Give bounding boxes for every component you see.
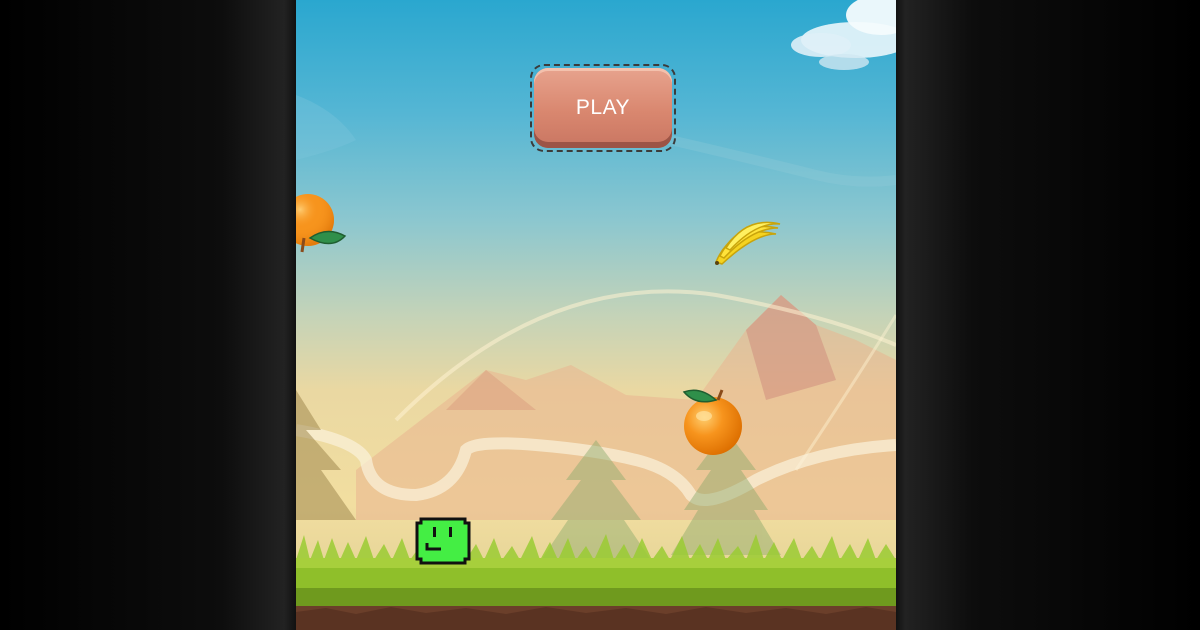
game-stage[interactable]: PLAY	[296, 0, 896, 630]
banana-fruit-icon	[714, 221, 781, 265]
play-button-label: PLAY	[575, 96, 631, 119]
orange-fruit-icon	[682, 389, 742, 455]
cloud	[791, 0, 896, 70]
left-letterbox	[0, 0, 296, 630]
play-button[interactable]: PLAY	[534, 68, 672, 148]
right-letterbox	[896, 0, 1200, 630]
player-character[interactable]	[415, 517, 473, 565]
orange-fruit-icon	[296, 194, 347, 253]
